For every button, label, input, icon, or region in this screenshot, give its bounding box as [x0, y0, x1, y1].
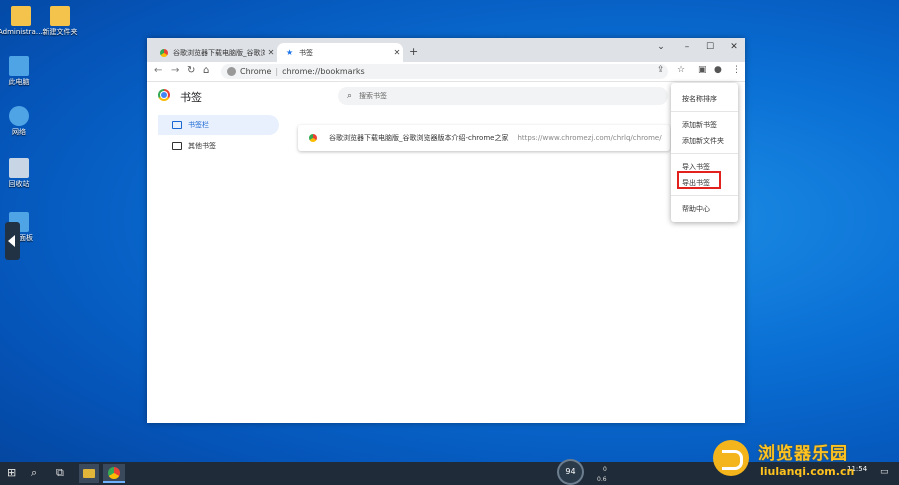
chrome-site-icon	[227, 67, 236, 76]
menu-add-folder[interactable]: 添加新文件夹	[682, 136, 724, 146]
desktop-icon-this-pc[interactable]: 此电脑	[0, 56, 42, 87]
home-icon[interactable]: ⌂	[203, 65, 209, 76]
export-highlight-box	[677, 171, 721, 189]
chrome-window: 谷歌浏览器下载电脑版_谷歌浏览 ✕ ★ 书签 ✕ + ⌄ – ☐ ✕ ← → ↻…	[147, 38, 745, 423]
menu-help-center[interactable]: 帮助中心	[682, 204, 710, 214]
network-icon	[9, 106, 29, 126]
bookmark-star-icon[interactable]: ☆	[677, 65, 685, 75]
profile-avatar-icon[interactable]: ●	[714, 65, 722, 75]
more-vert-icon[interactable]: ⋮	[732, 65, 741, 75]
notification-icon[interactable]: ▭	[880, 467, 889, 477]
taskbar-chrome[interactable]	[103, 464, 125, 483]
tab-strip: 谷歌浏览器下载电脑版_谷歌浏览 ✕ ★ 书签 ✕ + ⌄ – ☐ ✕	[147, 38, 745, 62]
tab-search-chevron-icon[interactable]: ⌄	[654, 42, 668, 52]
reload-icon[interactable]: ↻	[187, 65, 195, 76]
folder-other-bookmarks[interactable]: 其他书签	[158, 136, 279, 156]
taskbar-file-explorer[interactable]	[79, 464, 99, 483]
desktop-icon-recycle-bin[interactable]: 回收站	[0, 158, 42, 189]
organize-menu: 按名称排序 添加新书签 添加新文件夹 导入书签 导出书签 帮助中心	[671, 83, 738, 222]
toolbar: ← → ↻ ⌂ Chrome | chrome://bookmarks ⇪ ☆ …	[147, 62, 745, 82]
forward-arrow-icon[interactable]: →	[171, 65, 179, 76]
bookmark-name: 谷歌浏览器下载电脑版_谷歌浏览器版本介绍-chrome之家	[329, 134, 509, 142]
recycle-bin-icon	[9, 158, 29, 178]
menu-sort-by-name[interactable]: 按名称排序	[682, 94, 717, 104]
search-icon: ⌕	[347, 91, 353, 101]
menu-divider	[671, 111, 738, 112]
net-download: 0.6	[597, 476, 607, 483]
watermark-text: 浏览器乐园	[758, 444, 848, 464]
folder-icon	[50, 6, 70, 26]
page-title: 书签	[180, 91, 202, 104]
back-arrow-icon[interactable]: ←	[154, 65, 162, 76]
bookmark-url: https://www.chromezj.com/chrlq/chrome/	[517, 134, 662, 142]
bookmark-search-input[interactable]: ⌕ 搜索书签	[338, 87, 668, 105]
menu-divider	[671, 153, 738, 154]
windows-start-icon[interactable]: ⊞	[7, 466, 16, 479]
minimize-icon[interactable]: –	[680, 42, 694, 52]
folder-bookmarks-bar[interactable]: 书签栏	[158, 115, 279, 135]
desktop-icon-new-folder[interactable]: 新建文件夹	[37, 6, 83, 37]
search-icon[interactable]: ⌕	[31, 466, 37, 480]
maximize-icon[interactable]: ☐	[703, 42, 717, 52]
address-site-label: Chrome	[240, 67, 272, 76]
watermark-logo-icon	[713, 440, 749, 476]
chrome-logo-icon	[158, 89, 170, 101]
side-panel-icon[interactable]: ▣	[698, 65, 707, 75]
address-url: chrome://bookmarks	[282, 67, 365, 76]
chrome-favicon-icon	[160, 48, 168, 57]
bookmarks-header: 书签 ⌕ 搜索书签	[147, 82, 745, 110]
user-folder-icon	[11, 6, 31, 26]
net-upload: 0	[603, 466, 607, 473]
tab-chrome-download[interactable]: 谷歌浏览器下载电脑版_谷歌浏览 ✕	[151, 43, 277, 62]
tab-bookmarks[interactable]: ★ 书签 ✕	[277, 43, 403, 62]
menu-add-bookmark[interactable]: 添加新书签	[682, 120, 717, 130]
folder-icon	[172, 142, 182, 150]
chrome-favicon-icon	[309, 134, 317, 142]
computer-icon	[9, 56, 29, 76]
side-collapse-tab[interactable]	[5, 222, 20, 260]
address-bar[interactable]: Chrome | chrome://bookmarks	[221, 64, 668, 79]
performance-gauge[interactable]: 94	[557, 459, 584, 485]
tab-close-icon[interactable]: ✕	[265, 48, 277, 57]
window-close-icon[interactable]: ✕	[727, 42, 741, 52]
star-icon: ★	[286, 47, 294, 57]
new-tab-plus-icon[interactable]: +	[409, 45, 418, 58]
watermark-url: liulanqi.com.cn	[760, 465, 855, 478]
folder-icon	[172, 121, 182, 129]
tab-close-icon[interactable]: ✕	[391, 48, 403, 57]
bookmark-item[interactable]: 谷歌浏览器下载电脑版_谷歌浏览器版本介绍-chrome之家 https://ww…	[298, 125, 670, 151]
search-placeholder: 搜索书签	[359, 92, 388, 100]
desktop-icon-network[interactable]: 网络	[0, 106, 42, 137]
share-icon[interactable]: ⇪	[657, 65, 665, 75]
menu-divider	[671, 195, 738, 196]
task-view-icon[interactable]: ⧉	[56, 466, 64, 480]
